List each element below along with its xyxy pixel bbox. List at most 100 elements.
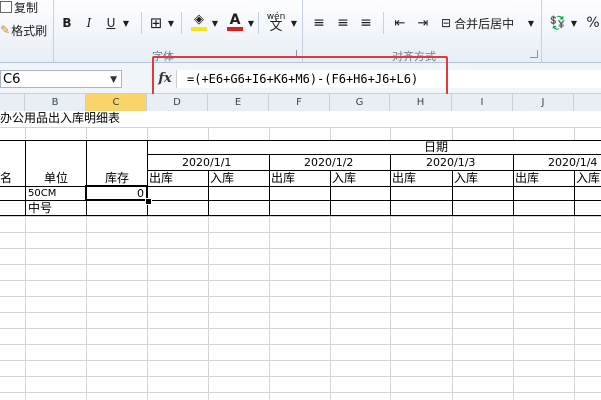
table-border xyxy=(513,154,514,216)
column-header-c[interactable]: C xyxy=(86,94,147,111)
font-color-dropdown-icon[interactable]: ▼ xyxy=(246,14,256,32)
table-border xyxy=(390,154,391,216)
gridline xyxy=(0,280,601,281)
column-header-j[interactable]: J xyxy=(513,94,574,111)
divider xyxy=(258,12,259,34)
column-headers: B C D E F G H I J xyxy=(0,94,601,112)
gridline xyxy=(0,232,601,233)
percent-button[interactable]: % xyxy=(585,12,601,34)
column-header-i[interactable]: I xyxy=(452,94,513,111)
table-border xyxy=(452,170,453,216)
date-3: 2020/1/3 xyxy=(426,156,476,169)
table-header-bg xyxy=(0,140,601,187)
gridline xyxy=(0,248,601,249)
fill-color-swatch xyxy=(191,27,207,31)
brush-icon: ✎ xyxy=(0,23,11,37)
selected-cell[interactable] xyxy=(85,185,148,201)
gridline xyxy=(0,296,601,297)
copy-icon xyxy=(0,1,12,13)
table-border xyxy=(208,170,209,216)
gridline xyxy=(0,216,601,217)
name-box-dropdown-icon[interactable]: ▼ xyxy=(110,71,117,89)
merge-icon: ⊟ xyxy=(441,16,452,30)
table-border xyxy=(86,140,87,216)
date-1: 2020/1/1 xyxy=(182,156,232,169)
underline-button[interactable]: U xyxy=(103,14,119,32)
alignment-dialog-launcher-icon[interactable] xyxy=(530,50,538,58)
divider xyxy=(141,12,142,34)
table-border xyxy=(269,154,270,216)
align-right-icon[interactable]: ≡ xyxy=(357,14,375,32)
phonetic-button[interactable]: wén 文 xyxy=(263,10,289,34)
format-painter-label: 格式刷 xyxy=(11,23,48,38)
name-box-value: C6 xyxy=(3,72,21,87)
underline-dropdown-icon[interactable]: ▼ xyxy=(121,14,131,32)
column-header-h[interactable]: H xyxy=(390,94,452,111)
decrease-indent-icon[interactable]: ⇤ xyxy=(391,14,409,32)
table-border xyxy=(574,170,575,216)
borders-dropdown-icon[interactable]: ▼ xyxy=(166,14,176,32)
sheet-title: 办公用品出入库明细表 xyxy=(0,111,121,125)
increase-indent-icon[interactable]: ⇥ xyxy=(414,14,432,32)
font-color-icon: A xyxy=(229,12,241,28)
unit-header: 单位 xyxy=(44,171,69,185)
table-border xyxy=(0,140,601,141)
column-header-f[interactable]: F xyxy=(269,94,330,111)
paint-bucket-icon: ◈ xyxy=(194,12,204,27)
group-separator xyxy=(53,0,54,62)
out-header-1: 出库 xyxy=(149,171,174,185)
fill-dropdown-icon[interactable]: ▼ xyxy=(210,14,220,32)
copy-label: 复制 xyxy=(14,0,39,15)
in-header-2: 入库 xyxy=(332,171,357,185)
column-header-d[interactable]: D xyxy=(147,94,208,111)
table-border xyxy=(330,170,331,216)
currency-dropdown-icon[interactable]: ▼ xyxy=(569,14,579,32)
spreadsheet-grid[interactable]: 办公用品出入库明细表 日期 2020/1/1 2020/1/2 2020/1/3… xyxy=(0,111,601,400)
italic-button[interactable]: I xyxy=(81,14,97,32)
align-center-icon[interactable]: ≡ xyxy=(334,14,352,32)
stock-header: 库存 xyxy=(105,171,130,185)
borders-icon[interactable]: ⊞ xyxy=(148,14,164,32)
in-header-3: 入库 xyxy=(454,171,479,185)
fill-color-button[interactable]: ◈ xyxy=(189,10,209,34)
column-header-k[interactable] xyxy=(574,94,601,111)
copy-button[interactable]: 复制 xyxy=(0,0,52,15)
table-border xyxy=(25,140,26,216)
ribbon: 复制 ✎ 格式刷 B I U ▼ ⊞ ▼ ◈ ▼ A ▼ wén 文 ▼ 字体 … xyxy=(0,0,601,63)
name-header-partial: 名 xyxy=(0,171,13,185)
merge-center-button[interactable]: ⊟ 合并后居中 xyxy=(441,12,525,34)
table-border xyxy=(0,215,601,216)
in-header-4: 入库 xyxy=(576,171,601,185)
column-header-e[interactable]: E xyxy=(208,94,269,111)
out-header-3: 出库 xyxy=(392,171,417,185)
group-separator xyxy=(302,0,303,62)
column-header-g[interactable]: G xyxy=(330,94,390,111)
date-header: 日期 xyxy=(424,140,449,154)
gridline xyxy=(0,392,601,393)
column-header-a[interactable] xyxy=(0,94,25,111)
divider xyxy=(181,12,182,34)
merge-dropdown-icon[interactable]: ▼ xyxy=(526,14,536,32)
fill-handle[interactable] xyxy=(145,198,152,205)
row2-unit: 中号 xyxy=(28,201,53,215)
gridline xyxy=(0,344,601,345)
date-4: 2020/1/4 xyxy=(548,156,598,169)
format-painter-button[interactable]: ✎ 格式刷 xyxy=(0,22,52,38)
phonetic-dropdown-icon[interactable]: ▼ xyxy=(289,14,299,32)
gridline xyxy=(0,328,601,329)
align-left-icon[interactable]: ≡ xyxy=(310,14,328,32)
gridline xyxy=(0,127,601,128)
bold-button[interactable]: B xyxy=(59,14,75,32)
column-header-b[interactable]: B xyxy=(25,94,86,111)
font-color-swatch xyxy=(227,27,243,31)
name-box[interactable]: C6 ▼ xyxy=(0,70,122,88)
out-header-2: 出库 xyxy=(271,171,296,185)
group-separator xyxy=(541,0,542,62)
gridline xyxy=(0,264,601,265)
date-2: 2020/1/2 xyxy=(304,156,354,169)
gridline xyxy=(0,376,601,377)
font-color-button[interactable]: A xyxy=(225,10,245,34)
currency-format-icon[interactable]: 💱 xyxy=(548,12,568,34)
out-header-4: 出库 xyxy=(515,171,540,185)
divider xyxy=(383,12,384,34)
